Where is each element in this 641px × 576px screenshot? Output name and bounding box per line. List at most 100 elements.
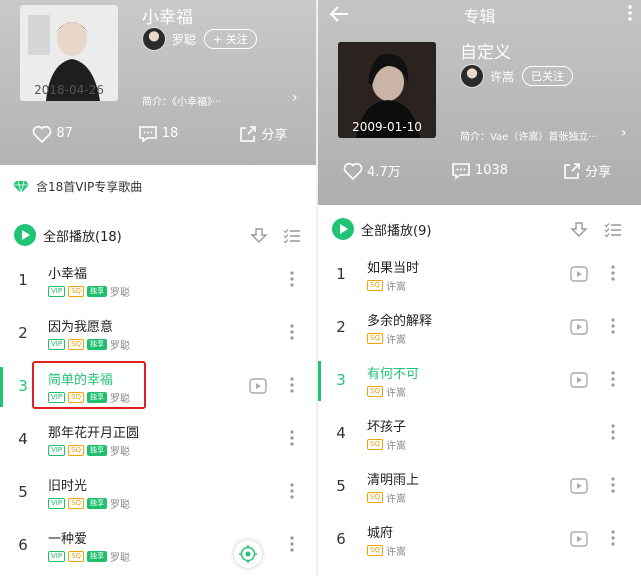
avatar[interactable] [142, 27, 166, 51]
song-title: 清明雨上 [367, 473, 420, 488]
play-all-icon[interactable] [14, 224, 36, 246]
more-vertical-icon[interactable] [611, 265, 615, 285]
mv-play-icon[interactable] [570, 478, 588, 498]
locate-icon [239, 545, 257, 563]
follow-button[interactable]: 已关注 [522, 66, 574, 86]
multi-select-icon[interactable] [283, 227, 301, 245]
quality-badge: SQ [367, 333, 383, 344]
player-float-button[interactable] [234, 540, 262, 568]
more-vertical-icon[interactable] [290, 536, 294, 556]
song-row[interactable]: 4 那年花开月正圆 VIP SQ 独享 罗聪 [0, 414, 316, 466]
share-button[interactable]: 分享 [533, 161, 641, 180]
quality-badge: SQ [367, 545, 383, 556]
more-vertical-icon[interactable] [290, 271, 294, 291]
song-row[interactable]: 1 如果当时 SQ 许嵩 [318, 249, 641, 301]
quality-badge: SQ [68, 286, 85, 297]
song-row[interactable]: 3 简单的幸福 VIP SQ 独享 罗聪 [0, 361, 316, 413]
artist-name[interactable]: 罗聪 [172, 31, 196, 48]
diamond-icon [13, 180, 29, 193]
more-vertical-icon[interactable] [290, 377, 294, 397]
left-album-panel: 2018-04-26 小幸福 罗聪 + 关注 简介：《小幸福》··· › 87 … [0, 0, 316, 576]
multi-select-icon[interactable] [604, 221, 622, 239]
song-title: 一种爱 [48, 532, 88, 547]
mv-play-icon[interactable] [570, 319, 588, 339]
song-tags: VIP SQ 独享 罗聪 [48, 443, 130, 458]
like-button[interactable]: 4.7万 [318, 161, 426, 180]
song-title: 旧时光 [48, 479, 88, 494]
song-artist: 罗聪 [110, 288, 131, 299]
song-artist: 罗聪 [110, 553, 131, 564]
album-cover[interactable]: 2018-04-26 [20, 5, 118, 101]
quality-badge: SQ [367, 386, 383, 397]
song-row[interactable]: 3 有何不可 SQ 许嵩 [318, 355, 641, 407]
chevron-right-icon[interactable]: › [292, 90, 298, 106]
quality-badge: VIP [48, 392, 66, 403]
song-number: 3 [18, 377, 28, 395]
mv-play-icon[interactable] [570, 266, 588, 286]
quality-badge: VIP [48, 339, 66, 350]
song-row[interactable]: 5 清明雨上 SQ 许嵩 [318, 461, 641, 513]
song-artist: 许嵩 [385, 547, 406, 558]
song-title: 多余的解释 [367, 314, 433, 329]
song-tags: VIP SQ 独享 罗聪 [48, 284, 130, 299]
more-vertical-icon[interactable] [290, 324, 294, 344]
mv-play-icon[interactable] [570, 531, 588, 551]
song-title: 小幸福 [48, 267, 88, 282]
song-artist: 许嵩 [385, 441, 406, 452]
album-cover[interactable]: 2009-01-10 [338, 42, 436, 138]
song-tags: SQ 许嵩 [367, 490, 406, 505]
quality-badge: 独享 [87, 498, 108, 509]
song-row[interactable]: 1 小幸福 VIP SQ 独享 罗聪 [0, 255, 316, 307]
song-tags: SQ 许嵩 [367, 437, 406, 452]
song-number: 4 [336, 424, 346, 442]
more-vertical-icon[interactable] [611, 318, 615, 338]
quality-badge: SQ [68, 339, 85, 350]
share-button[interactable]: 分享 [211, 124, 316, 143]
quality-badge: VIP [48, 286, 66, 297]
song-row[interactable]: 6 一种爱 VIP SQ 独享 罗聪 [0, 520, 316, 572]
more-vertical-icon[interactable] [611, 371, 615, 391]
quality-badge: VIP [48, 445, 66, 456]
right-album-panel: 专辑 2009-01-10 自定义 许嵩 已关注 简介：Vae（许嵩）首张独立·… [318, 0, 641, 576]
more-vertical-icon[interactable] [611, 424, 615, 444]
song-number: 1 [18, 271, 28, 289]
download-icon[interactable] [250, 227, 268, 245]
chevron-right-icon[interactable]: › [621, 125, 627, 141]
song-row[interactable]: 5 旧时光 VIP SQ 独享 罗聪 [0, 467, 316, 519]
more-vertical-icon[interactable] [611, 530, 615, 550]
comment-button[interactable]: 1038 [426, 161, 534, 180]
play-all-button[interactable]: 全部播放(18) [43, 226, 122, 245]
song-tags: SQ 许嵩 [367, 384, 406, 399]
share-icon [240, 125, 257, 142]
avatar[interactable] [460, 64, 484, 88]
song-number: 6 [336, 530, 346, 548]
vip-banner[interactable]: 含18首VIP专享歌曲 [12, 178, 142, 195]
more-vertical-icon[interactable] [627, 4, 633, 22]
more-vertical-icon[interactable] [290, 430, 294, 450]
song-row[interactable]: 2 多余的解释 SQ 许嵩 [318, 302, 641, 354]
like-button[interactable]: 87 [0, 124, 105, 143]
download-icon[interactable] [570, 221, 588, 239]
artist-name[interactable]: 许嵩 [490, 68, 514, 85]
song-number: 6 [18, 536, 28, 554]
song-title: 简单的幸福 [48, 373, 114, 388]
album-intro[interactable]: 简介：《小幸福》··· [142, 93, 222, 108]
follow-button[interactable]: + 关注 [204, 29, 257, 49]
quality-badge: SQ [68, 498, 85, 509]
quality-badge: 独享 [87, 392, 108, 403]
more-vertical-icon[interactable] [611, 477, 615, 497]
mv-play-icon[interactable] [249, 378, 267, 398]
song-row[interactable]: 6 城府 SQ 许嵩 [318, 514, 641, 566]
song-row[interactable]: 4 坏孩子 SQ 许嵩 [318, 408, 641, 460]
song-row[interactable]: 2 因为我愿意 VIP SQ 独享 罗聪 [0, 308, 316, 360]
album-intro[interactable]: 简介：Vae（许嵩）首张独立··· [460, 128, 598, 143]
play-all-button[interactable]: 全部播放(9) [361, 220, 431, 239]
comment-button[interactable]: 18 [105, 124, 210, 143]
play-all-icon[interactable] [332, 218, 354, 240]
song-number: 2 [18, 324, 28, 342]
song-title: 坏孩子 [367, 420, 407, 435]
mv-play-icon[interactable] [570, 372, 588, 392]
more-vertical-icon[interactable] [290, 483, 294, 503]
quality-badge: 独享 [87, 339, 108, 350]
song-title: 那年花开月正圆 [48, 426, 140, 441]
